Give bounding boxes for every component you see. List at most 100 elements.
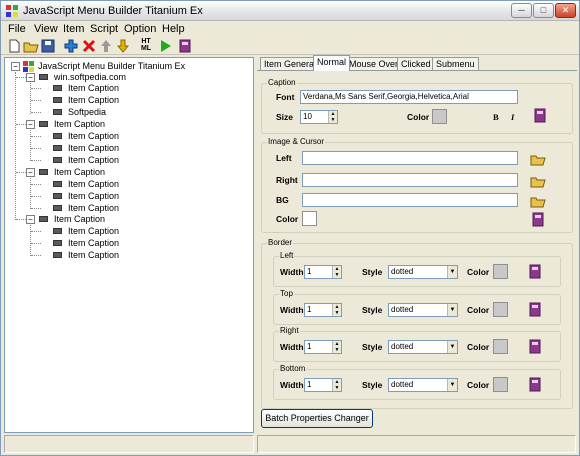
save-icon[interactable] [40, 38, 56, 54]
border-side-title: Bottom [279, 364, 307, 373]
tree-expander[interactable]: − [11, 62, 20, 71]
caption-color-label: Color [407, 112, 430, 122]
menu-tree[interactable]: − JavaScript Menu Builder Titanium Ex − … [4, 57, 254, 433]
tree-item-label[interactable]: Item Caption [68, 131, 119, 142]
cursor-properties-book-icon[interactable] [530, 211, 547, 228]
style-select[interactable]: dotted ▼ [388, 265, 458, 279]
width-stepper[interactable]: 1 ▲ ▼ [304, 378, 342, 392]
open-folder-icon[interactable] [530, 173, 547, 189]
tree-item-label[interactable]: Item Caption [68, 226, 119, 237]
style-select[interactable]: dotted ▼ [388, 378, 458, 392]
chevron-down-icon[interactable]: ▼ [447, 341, 457, 353]
move-down-icon[interactable] [115, 38, 131, 54]
italic-button[interactable]: I [511, 112, 514, 122]
style-select[interactable]: dotted ▼ [388, 303, 458, 317]
open-folder-icon[interactable] [530, 193, 547, 209]
image-right-input[interactable] [302, 173, 518, 187]
tree-expander[interactable]: − [26, 120, 35, 129]
border-properties-book-icon[interactable] [527, 301, 544, 318]
tree-item-label[interactable]: Item Caption [68, 179, 119, 190]
tree-item-label[interactable]: Item Caption [68, 83, 119, 94]
size-value: 10 [303, 112, 312, 121]
move-up-icon[interactable] [98, 38, 114, 54]
tree-expander[interactable]: − [26, 73, 35, 82]
size-label: Size [276, 112, 294, 122]
spin-arrows-icon[interactable]: ▲ ▼ [332, 379, 341, 391]
book-icon[interactable] [177, 38, 193, 54]
tree-group-label[interactable]: Item Caption [54, 119, 105, 130]
menu-help[interactable]: Help [162, 23, 185, 35]
border-color-swatch[interactable] [493, 339, 508, 354]
run-icon[interactable] [157, 38, 173, 54]
size-stepper[interactable]: 10 ▲ ▼ [300, 110, 338, 124]
image-left-input[interactable] [302, 151, 518, 165]
caption-properties-book-icon[interactable] [532, 107, 549, 124]
tab-clicked[interactable]: Clicked [397, 57, 435, 71]
menu-script[interactable]: Script [90, 23, 118, 35]
tree-item-label[interactable]: Item Caption [68, 95, 119, 106]
style-value: dotted [391, 342, 414, 351]
caption-color-swatch[interactable] [432, 109, 447, 124]
caption-group: Caption Font Verdana,Ms Sans Serif,Georg… [261, 78, 573, 134]
image-cursor-group: Image & Cursor Left Right BG Color [261, 137, 573, 233]
chevron-down-icon[interactable]: ▼ [447, 304, 457, 316]
menu-item[interactable]: Item [63, 23, 84, 35]
window-title: JavaScript Menu Builder Titanium Ex [23, 5, 203, 17]
tab-normal[interactable]: Normal [313, 55, 351, 71]
tab-item-general[interactable]: Item General [260, 57, 321, 71]
tab-panel-normal: Caption Font Verdana,Ms Sans Serif,Georg… [257, 70, 577, 433]
tree-item-label[interactable]: Item Caption [68, 203, 119, 214]
spin-arrows-icon[interactable]: ▲ ▼ [328, 111, 337, 123]
chevron-down-icon[interactable]: ▼ [447, 379, 457, 391]
width-stepper[interactable]: 1 ▲ ▼ [304, 303, 342, 317]
style-label: Style [362, 305, 383, 315]
bold-button[interactable]: B [493, 112, 499, 122]
width-stepper[interactable]: 1 ▲ ▼ [304, 265, 342, 279]
border-properties-book-icon[interactable] [527, 338, 544, 355]
maximize-button[interactable]: □ [533, 3, 554, 18]
minimize-button[interactable]: ─ [511, 3, 532, 18]
border-color-swatch[interactable] [493, 302, 508, 317]
border-color-swatch[interactable] [493, 264, 508, 279]
tree-expander[interactable]: − [26, 168, 35, 177]
tree-item-label[interactable]: Item Caption [68, 238, 119, 249]
add-item-icon[interactable] [63, 38, 79, 54]
tree-group-label[interactable]: Item Caption [54, 167, 105, 178]
tree-item-label[interactable]: Item Caption [68, 155, 119, 166]
close-button[interactable]: ✕ [555, 3, 576, 18]
delete-icon[interactable] [81, 38, 97, 54]
border-properties-book-icon[interactable] [527, 376, 544, 393]
tree-group-label[interactable]: Item Caption [54, 214, 105, 225]
html-icon[interactable]: HT ML [137, 38, 155, 54]
new-file-icon[interactable] [6, 38, 22, 54]
title-bar[interactable]: JavaScript Menu Builder Titanium Ex ─ □ … [1, 1, 579, 21]
border-properties-book-icon[interactable] [527, 263, 544, 280]
font-input[interactable]: Verdana,Ms Sans Serif,Georgia,Helvetica,… [300, 90, 518, 104]
open-folder-icon[interactable] [23, 38, 39, 54]
menu-option[interactable]: Option [124, 23, 156, 35]
tree-group-label[interactable]: win.softpedia.com [54, 72, 126, 83]
cursor-color-swatch[interactable] [302, 211, 317, 226]
spin-arrows-icon[interactable]: ▲ ▼ [332, 266, 341, 278]
tree-item-label[interactable]: Softpedia [68, 107, 106, 118]
tab-mouse-over[interactable]: Mouse Over [345, 57, 403, 71]
spin-arrows-icon[interactable]: ▲ ▼ [332, 341, 341, 353]
tree-item-label[interactable]: Item Caption [68, 143, 119, 154]
tree-expander[interactable]: − [26, 215, 35, 224]
width-stepper[interactable]: 1 ▲ ▼ [304, 340, 342, 354]
border-color-swatch[interactable] [493, 377, 508, 392]
width-label: Width [280, 305, 304, 315]
batch-properties-button[interactable]: Batch Properties Changer [261, 409, 373, 428]
image-bg-input[interactable] [302, 193, 518, 207]
item-icon [53, 240, 62, 246]
tree-item-label[interactable]: Item Caption [68, 250, 119, 261]
menu-view[interactable]: View [34, 23, 58, 35]
spin-arrows-icon[interactable]: ▲ ▼ [332, 304, 341, 316]
menu-file[interactable]: File [8, 23, 26, 35]
tab-submenu[interactable]: Submenu [432, 57, 479, 71]
style-select[interactable]: dotted ▼ [388, 340, 458, 354]
tree-root-label[interactable]: JavaScript Menu Builder Titanium Ex [38, 61, 185, 72]
tree-item-label[interactable]: Item Caption [68, 191, 119, 202]
chevron-down-icon[interactable]: ▼ [447, 266, 457, 278]
open-folder-icon[interactable] [530, 151, 547, 167]
